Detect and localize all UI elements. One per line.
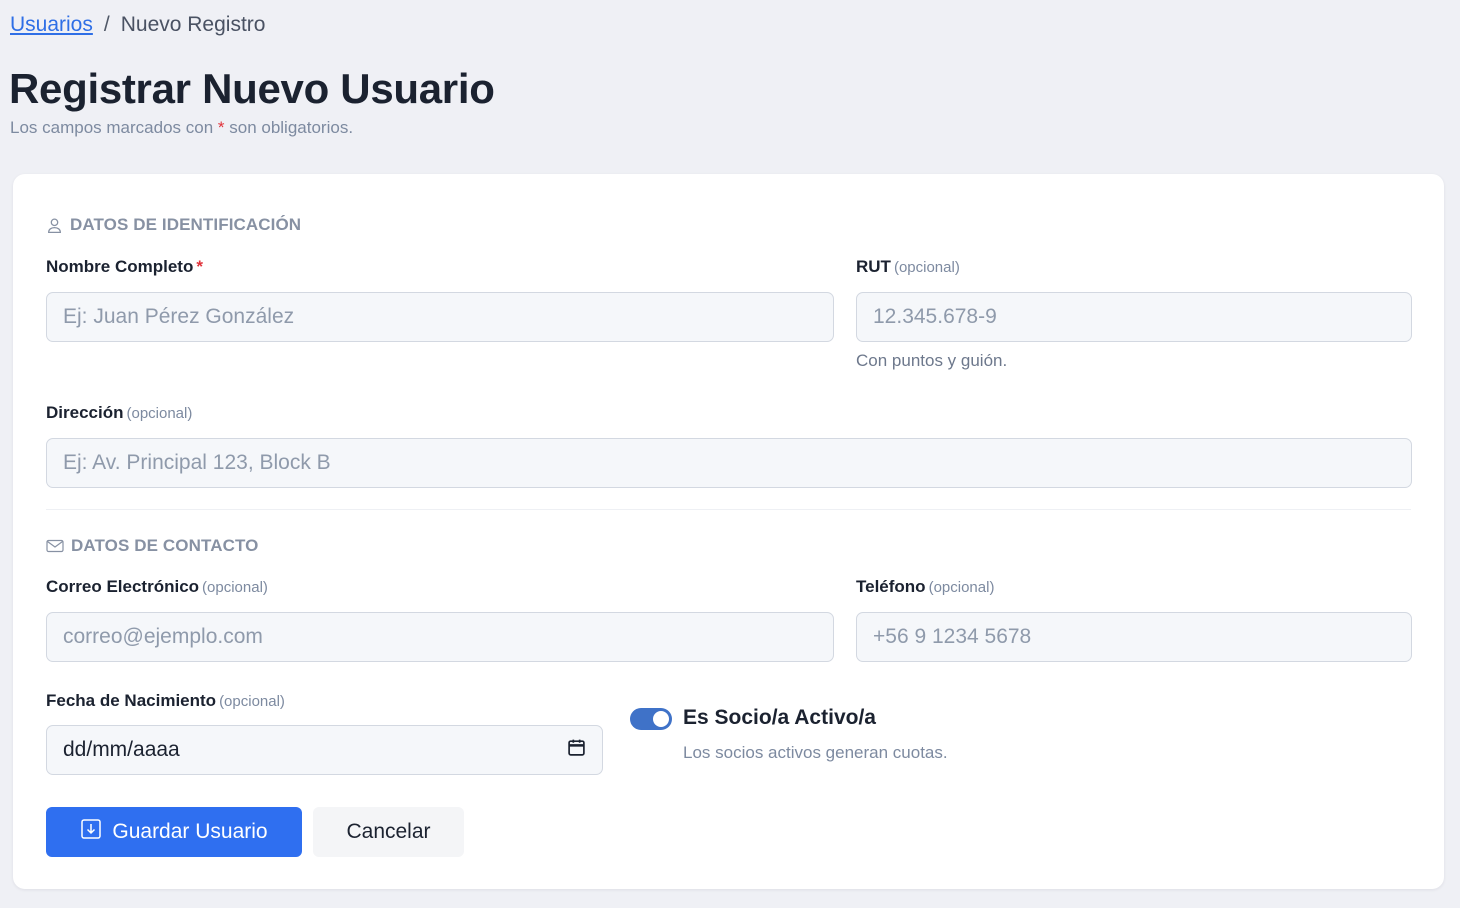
birth-date-value: dd/mm/aaaa — [63, 738, 180, 761]
rut-label-text: RUT — [856, 257, 891, 276]
page-title: Registrar Nuevo Usuario — [9, 65, 495, 112]
breadcrumb-separator: / — [103, 13, 110, 36]
active-member-label[interactable]: Es Socio/a Activo/a — [683, 706, 876, 730]
rut-input[interactable] — [856, 292, 1412, 342]
birth-date-label-text: Fecha de Nacimiento — [46, 691, 217, 710]
birth-date-optional-tag: (opcional) — [219, 693, 285, 710]
section-title-contact: DATOS DE CONTACTO — [46, 536, 258, 556]
calendar-icon[interactable] — [567, 738, 586, 763]
email-label: Correo Electrónico (opcional) — [46, 577, 268, 597]
phone-label: Teléfono (opcional) — [856, 577, 994, 597]
birth-date-input[interactable]: dd/mm/aaaa — [46, 725, 603, 775]
phone-label-text: Teléfono — [856, 577, 926, 596]
page-subtitle: Los campos marcados con * son obligatori… — [10, 118, 353, 138]
toggle-knob — [653, 711, 669, 727]
section-divider — [46, 509, 1411, 510]
active-member-toggle[interactable] — [630, 708, 672, 730]
save-user-label: Guardar Usuario — [112, 820, 268, 843]
full-name-required-star: * — [196, 257, 203, 276]
cancel-button[interactable]: Cancelar — [313, 807, 464, 857]
save-user-button[interactable]: Guardar Usuario — [46, 807, 302, 857]
section-title-contact-text: DATOS DE CONTACTO — [71, 536, 259, 555]
email-optional-tag: (opcional) — [202, 579, 268, 596]
rut-optional-tag: (opcional) — [893, 259, 960, 276]
phone-optional-tag: (opcional) — [928, 579, 995, 596]
user-icon — [46, 217, 63, 234]
phone-input[interactable] — [856, 612, 1412, 662]
section-title-identification-text: DATOS DE IDENTIFICACIÓN — [70, 215, 302, 234]
address-optional-tag: (opcional) — [126, 405, 193, 422]
address-label: Dirección (opcional) — [46, 403, 192, 423]
email-input[interactable] — [46, 612, 834, 662]
full-name-input[interactable] — [46, 292, 834, 342]
full-name-label: Nombre Completo * — [46, 257, 203, 277]
subtitle-text-after: son obligatorios. — [224, 118, 354, 137]
breadcrumb-current: Nuevo Registro — [120, 13, 266, 36]
rut-label: RUT (opcional) — [856, 257, 960, 277]
user-form-card: DATOS DE IDENTIFICACIÓN Nombre Completo *… — [13, 174, 1444, 889]
birth-date-label: Fecha de Nacimiento (opcional) — [46, 691, 285, 711]
section-title-identification: DATOS DE IDENTIFICACIÓN — [46, 215, 301, 235]
subtitle-text-before: Los campos marcados con — [10, 118, 218, 137]
active-member-help: Los socios activos generan cuotas. — [683, 743, 948, 762]
breadcrumb-link-usuarios[interactable]: Usuarios — [10, 13, 93, 37]
full-name-label-text: Nombre Completo — [46, 257, 194, 276]
address-label-text: Dirección — [46, 403, 124, 422]
envelope-icon — [46, 539, 64, 553]
email-label-text: Correo Electrónico — [46, 577, 200, 596]
address-input[interactable] — [46, 438, 1412, 488]
download-icon — [80, 818, 102, 846]
breadcrumb: Usuarios / Nuevo Registro — [10, 13, 265, 37]
required-star: * — [217, 118, 225, 137]
rut-help-text: Con puntos y guión. — [856, 351, 1008, 370]
